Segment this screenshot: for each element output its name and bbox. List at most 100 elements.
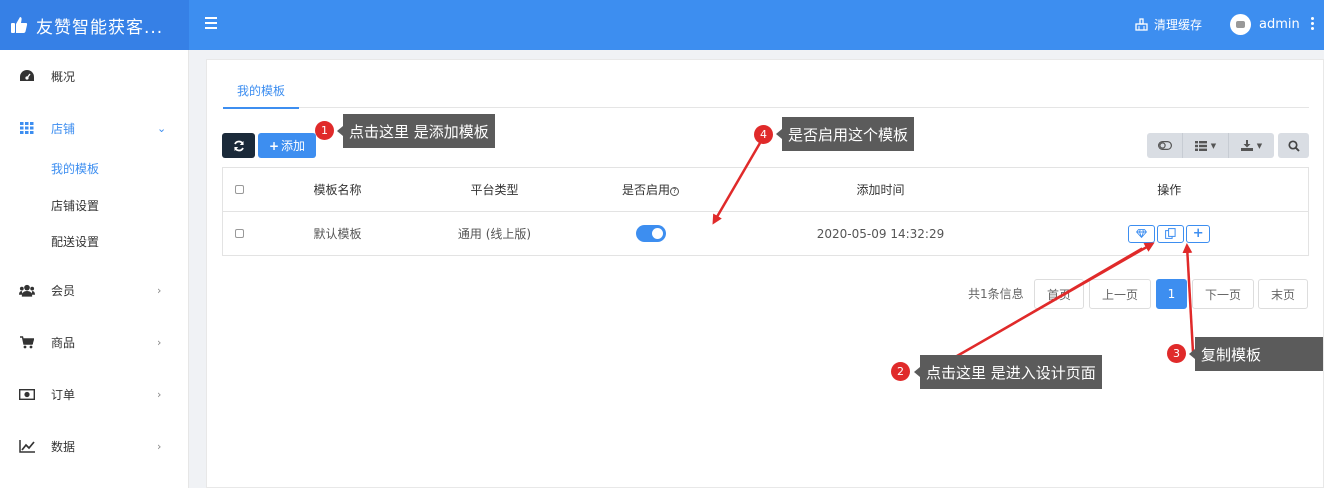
sidebar-item-store[interactable]: 店铺 ⌄ <box>0 113 189 143</box>
annotation-badge-4: 4 <box>754 125 773 144</box>
annotation-badge-1: 1 <box>315 121 334 140</box>
annotation-text: 复制模板 <box>1201 345 1262 364</box>
cart-icon <box>19 334 35 350</box>
user-name: admin <box>1259 17 1300 32</box>
pager-first[interactable]: 首页 <box>1034 279 1084 309</box>
add-template-button[interactable]: + 添加 <box>258 133 316 158</box>
toggle-view-button[interactable] <box>1147 133 1182 158</box>
template-name-cell: 默认模板 <box>313 227 362 241</box>
more-vertical-icon[interactable] <box>1311 17 1315 32</box>
table-header-row: 模板名称 平台类型 是否启用? 添加时间 操作 <box>222 167 1309 212</box>
plus-icon: + <box>268 138 280 153</box>
copy-icon <box>1165 228 1176 239</box>
annotation-text: 点击这里 是添加模板 <box>349 122 489 141</box>
added-time-cell: 2020-05-09 14:32:29 <box>816 226 945 241</box>
add-button-row[interactable]: + <box>1186 224 1211 243</box>
column-header: 操作 <box>1030 167 1309 212</box>
sidebar-item-label: 店铺 <box>51 121 76 136</box>
annotation-callout-2: 点击这里 是进入设计页面 <box>914 355 1102 389</box>
sidebar-item-overview[interactable]: 概况 <box>0 61 189 91</box>
avatar <box>1230 14 1251 35</box>
tab-my-templates[interactable]: 我的模板 <box>223 78 300 109</box>
sidebar-item-label: 会员 <box>51 283 76 298</box>
column-header: 添加时间 <box>730 167 1031 212</box>
broom-icon <box>1135 18 1148 31</box>
sidebar-subitem-delivery-settings[interactable]: 配送设置 <box>51 233 99 250</box>
select-all-cell <box>222 167 257 212</box>
caret-down-icon: ▼ <box>1210 141 1217 150</box>
user-menu[interactable]: admin <box>1230 14 1300 35</box>
enabled-cell <box>571 212 731 256</box>
sidebar-item-data[interactable]: 数据 › <box>0 431 189 461</box>
diamond-icon <box>1136 229 1148 238</box>
chevron-right-icon: › <box>157 387 162 401</box>
menu-toggle-icon[interactable] <box>205 17 217 31</box>
pager-page-1[interactable]: 1 <box>1156 279 1187 309</box>
search-button[interactable] <box>1278 133 1309 158</box>
annotation-callout-4: 是否启用这个模板 <box>776 117 915 151</box>
top-bar: 友赞智能获客... 清理缓存 admin <box>0 0 1324 50</box>
clear-cache-button[interactable]: 清理缓存 <box>1135 16 1202 33</box>
select-all-checkbox[interactable] <box>235 184 245 194</box>
sidebar-item-label: 概况 <box>51 69 76 84</box>
annotation-callout-3: 复制模板 <box>1189 337 1323 371</box>
chevron-right-icon: › <box>157 439 162 453</box>
grid-icon <box>19 120 35 136</box>
download-icon <box>1240 140 1253 151</box>
columns-dropdown-button[interactable]: ▼ <box>1182 133 1228 158</box>
list-icon <box>1194 140 1207 151</box>
column-header-label: 是否启用 <box>621 183 670 197</box>
refresh-button[interactable] <box>222 133 255 158</box>
sidebar-item-members[interactable]: 会员 › <box>0 275 189 305</box>
chart-icon <box>19 438 35 454</box>
annotation-text: 点击这里 是进入设计页面 <box>926 363 1096 382</box>
annotation-callout-1: 点击这里 是添加模板 <box>337 114 495 148</box>
sidebar-item-label: 订单 <box>51 387 76 402</box>
pager-prev[interactable]: 上一页 <box>1089 279 1151 309</box>
chevron-down-icon: ⌄ <box>157 121 167 135</box>
sidebar: 概况 店铺 ⌄ 我的模板 店铺设置 配送设置 会员 › 商品 › 订单 › 数据… <box>0 50 189 488</box>
sidebar-item-label: 商品 <box>51 335 76 350</box>
add-button-label: 添加 <box>281 139 306 153</box>
chevron-right-icon: › <box>157 335 162 349</box>
annotation-badge-3: 3 <box>1167 344 1186 363</box>
sidebar-item-products[interactable]: 商品 › <box>0 327 189 357</box>
pager-last[interactable]: 末页 <box>1258 279 1308 309</box>
caret-down-icon: ▼ <box>1256 141 1263 150</box>
column-header: 模板名称 <box>256 167 419 212</box>
table-row: 默认模板 通用 (线上版) 2020-05-09 14:32:29 + <box>223 212 1309 256</box>
brand[interactable]: 友赞智能获客... <box>0 0 189 50</box>
table-toolbar: ▼ ▼ <box>1147 133 1274 158</box>
money-icon <box>19 386 35 402</box>
toggle-icon <box>1157 141 1172 150</box>
sidebar-subitem-my-templates[interactable]: 我的模板 <box>51 160 99 177</box>
plus-icon: + <box>1192 226 1204 241</box>
clear-cache-label: 清理缓存 <box>1154 18 1203 32</box>
column-header: 平台类型 <box>418 167 571 212</box>
annotation-badge-2: 2 <box>891 362 910 381</box>
platform-cell: 通用 (线上版) <box>457 227 532 241</box>
design-template-button[interactable] <box>1128 224 1156 243</box>
question-circle-icon[interactable]: ? <box>670 187 679 196</box>
search-icon <box>1287 139 1300 152</box>
chevron-right-icon: › <box>157 283 162 297</box>
row-checkbox[interactable] <box>235 228 245 238</box>
dashboard-icon <box>19 68 35 84</box>
refresh-icon <box>233 140 244 151</box>
sidebar-item-label: 数据 <box>51 439 76 454</box>
tab-bar: 我的模板 <box>223 78 1309 109</box>
pager-next[interactable]: 下一页 <box>1192 279 1254 309</box>
pager-info: 共1条信息 <box>968 287 1024 301</box>
column-header-enabled: 是否启用? <box>570 167 731 212</box>
enabled-toggle[interactable] <box>635 225 666 242</box>
app-title: 友赞智能获客... <box>36 17 164 38</box>
row-select-cell <box>223 212 257 256</box>
copy-template-button[interactable] <box>1157 224 1185 243</box>
template-table: 模板名称 平台类型 是否启用? 添加时间 操作 默认模板 通用 (线上版) 20… <box>222 167 1309 256</box>
sidebar-subitem-store-settings[interactable]: 店铺设置 <box>51 197 99 214</box>
sidebar-item-orders[interactable]: 订单 › <box>0 379 189 409</box>
export-dropdown-button[interactable]: ▼ <box>1228 133 1274 158</box>
users-icon <box>19 282 35 298</box>
annotation-text: 是否启用这个模板 <box>788 125 909 144</box>
actions-cell: + <box>1031 212 1309 256</box>
